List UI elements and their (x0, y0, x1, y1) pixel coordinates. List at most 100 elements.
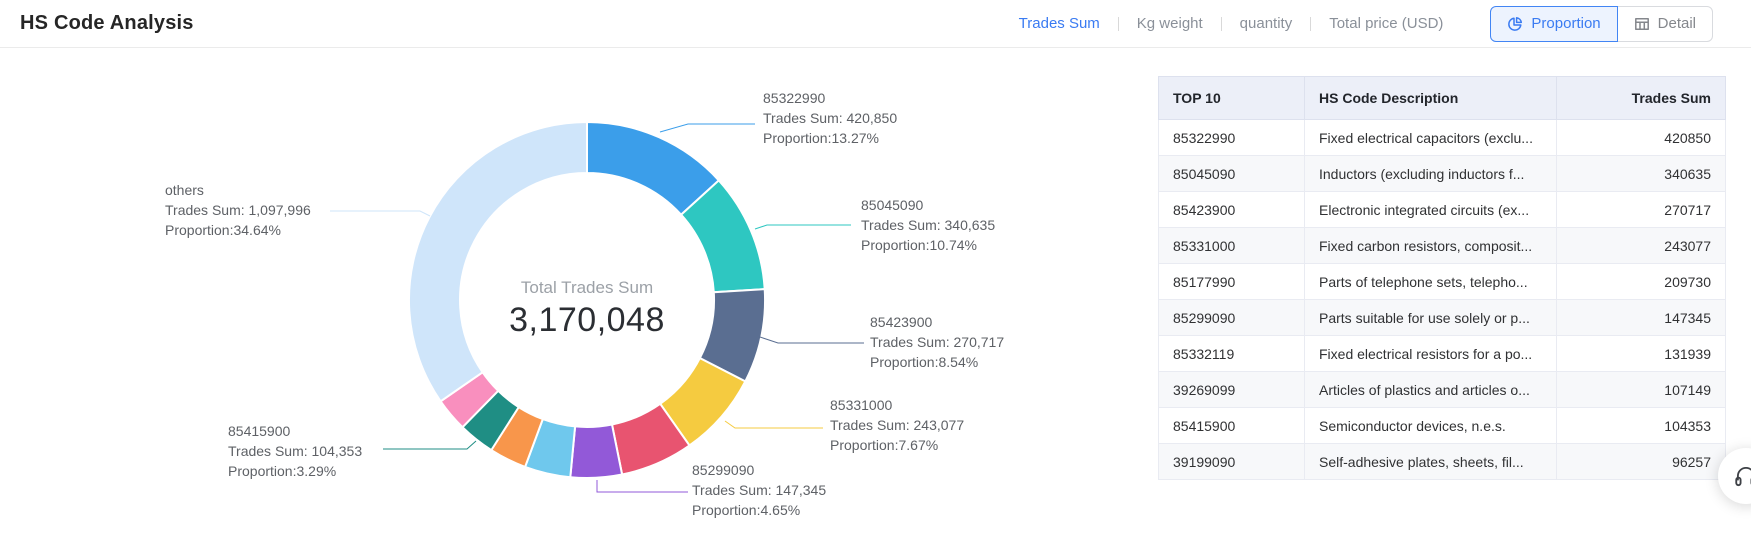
trades-sum-cell: 420850 (1557, 120, 1726, 156)
chart-callout-others: othersTrades Sum: 1,097,996Proportion:34… (165, 180, 311, 240)
table-row: 85322990Fixed electrical capacitors (exc… (1159, 120, 1726, 156)
table-icon (1634, 16, 1650, 32)
callout-line: Proportion:34.64% (165, 220, 311, 240)
metric-tab-quantity[interactable]: quantity (1222, 15, 1311, 32)
top10-table-panel: TOP 10HS Code DescriptionTrades Sum 8532… (1158, 76, 1725, 480)
table-row: 39269099Articles of plastics and article… (1159, 372, 1726, 408)
pie-chart-icon (1507, 16, 1523, 32)
chart-center-value: 3,170,048 (437, 301, 737, 340)
detail-button[interactable]: Detail (1617, 6, 1713, 42)
hs-code-cell: 39199090 (1159, 444, 1305, 480)
chart-center-title: Total Trades Sum (437, 278, 737, 298)
page-title: HS Code Analysis (20, 12, 194, 35)
chart-callout-85045090: 85045090Trades Sum: 340,635Proportion:10… (861, 195, 995, 255)
callout-line: Proportion:13.27% (763, 128, 897, 148)
donut-segment-85299090[interactable] (570, 425, 622, 478)
label-leader-line (725, 421, 823, 428)
description-cell: Electronic integrated circuits (ex... (1305, 192, 1557, 228)
hs-code-cell: 85331000 (1159, 228, 1305, 264)
callout-line: others (165, 180, 311, 200)
headset-icon (1733, 463, 1751, 489)
callout-line: 85322990 (763, 88, 897, 108)
hs-code-cell: 85045090 (1159, 156, 1305, 192)
callout-line: Trades Sum: 420,850 (763, 108, 897, 128)
trades-sum-cell: 209730 (1557, 264, 1726, 300)
callout-line: Proportion:10.74% (861, 235, 995, 255)
table-row: 85299090Parts suitable for use solely or… (1159, 300, 1726, 336)
hs-code-cell: 85299090 (1159, 300, 1305, 336)
trades-sum-cell: 243077 (1557, 228, 1726, 264)
description-cell: Inductors (excluding inductors f... (1305, 156, 1557, 192)
callout-line: 85299090 (692, 460, 826, 480)
view-button-label: Detail (1658, 15, 1696, 32)
table-row: 85332119Fixed electrical resistors for a… (1159, 336, 1726, 372)
description-cell: Self-adhesive plates, sheets, fil... (1305, 444, 1557, 480)
callout-line: 85331000 (830, 395, 964, 415)
metric-tab-trades-sum[interactable]: Trades Sum (1001, 15, 1118, 32)
hs-code-cell: 85322990 (1159, 120, 1305, 156)
description-cell: Parts suitable for use solely or p... (1305, 300, 1557, 336)
trades-sum-cell: 96257 (1557, 444, 1726, 480)
column-header-description: HS Code Description (1305, 77, 1557, 120)
callout-line: Trades Sum: 270,717 (870, 332, 1004, 352)
callout-line: Trades Sum: 1,097,996 (165, 200, 311, 220)
column-header-trades-sum: Trades Sum (1557, 77, 1726, 120)
description-cell: Parts of telephone sets, telepho... (1305, 264, 1557, 300)
chart-callout-85415900: 85415900Trades Sum: 104,353Proportion:3.… (228, 421, 362, 481)
metric-tab-kg-weight[interactable]: Kg weight (1119, 15, 1221, 32)
trades-sum-cell: 131939 (1557, 336, 1726, 372)
donut-chart-panel: 85322990Trades Sum: 420,850Proportion:13… (0, 48, 1030, 537)
callout-line: Proportion:3.29% (228, 461, 362, 481)
metric-tabs: Trades SumKg weightquantityTotal price (… (1001, 15, 1462, 32)
table-row: 39199090Self-adhesive plates, sheets, fi… (1159, 444, 1726, 480)
table-row: 85177990Parts of telephone sets, telepho… (1159, 264, 1726, 300)
callout-line: 85415900 (228, 421, 362, 441)
trades-sum-cell: 340635 (1557, 156, 1726, 192)
view-toggle: Proportion Detail (1490, 6, 1713, 42)
trades-sum-cell: 107149 (1557, 372, 1726, 408)
callout-line: Proportion:4.65% (692, 500, 826, 520)
callout-line: 85045090 (861, 195, 995, 215)
description-cell: Fixed electrical resistors for a po... (1305, 336, 1557, 372)
label-leader-line (597, 480, 688, 492)
label-leader-line (755, 225, 851, 229)
page-header: HS Code Analysis Trades SumKg weightquan… (0, 0, 1751, 48)
view-button-label: Proportion (1531, 15, 1600, 32)
hs-code-cell: 85332119 (1159, 336, 1305, 372)
table-row: 85045090Inductors (excluding inductors f… (1159, 156, 1726, 192)
trades-sum-cell: 147345 (1557, 300, 1726, 336)
chart-callout-85299090: 85299090Trades Sum: 147,345Proportion:4.… (692, 460, 826, 520)
description-cell: Semiconductor devices, n.e.s. (1305, 408, 1557, 444)
callout-line: Proportion:7.67% (830, 435, 964, 455)
label-leader-line (760, 337, 864, 343)
table-row: 85423900Electronic integrated circuits (… (1159, 192, 1726, 228)
chart-callout-85331000: 85331000Trades Sum: 243,077Proportion:7.… (830, 395, 964, 455)
hs-code-cell: 85415900 (1159, 408, 1305, 444)
callout-line: Proportion:8.54% (870, 352, 1004, 372)
proportion-button[interactable]: Proportion (1490, 6, 1617, 42)
chart-callout-85423900: 85423900Trades Sum: 270,717Proportion:8.… (870, 312, 1004, 372)
description-cell: Fixed carbon resistors, composit... (1305, 228, 1557, 264)
trades-sum-cell: 104353 (1557, 408, 1726, 444)
top10-table: TOP 10HS Code DescriptionTrades Sum 8532… (1158, 76, 1726, 480)
metric-tab-total-price-usd-[interactable]: Total price (USD) (1311, 15, 1461, 32)
donut-segment-others[interactable] (409, 122, 587, 401)
chart-callout-85322990: 85322990Trades Sum: 420,850Proportion:13… (763, 88, 897, 148)
column-header-top10: TOP 10 (1159, 77, 1305, 120)
callout-line: Trades Sum: 243,077 (830, 415, 964, 435)
description-cell: Articles of plastics and articles o... (1305, 372, 1557, 408)
label-leader-line (330, 211, 430, 216)
label-leader-line (660, 124, 755, 132)
hs-code-cell: 85177990 (1159, 264, 1305, 300)
table-row: 85415900Semiconductor devices, n.e.s.104… (1159, 408, 1726, 444)
callout-line: Trades Sum: 147,345 (692, 480, 826, 500)
description-cell: Fixed electrical capacitors (exclu... (1305, 120, 1557, 156)
callout-line: Trades Sum: 340,635 (861, 215, 995, 235)
callout-line: Trades Sum: 104,353 (228, 441, 362, 461)
table-header-row: TOP 10HS Code DescriptionTrades Sum (1159, 77, 1726, 120)
hs-code-cell: 39269099 (1159, 372, 1305, 408)
callout-line: 85423900 (870, 312, 1004, 332)
trades-sum-cell: 270717 (1557, 192, 1726, 228)
label-leader-line (383, 441, 476, 449)
table-row: 85331000Fixed carbon resistors, composit… (1159, 228, 1726, 264)
